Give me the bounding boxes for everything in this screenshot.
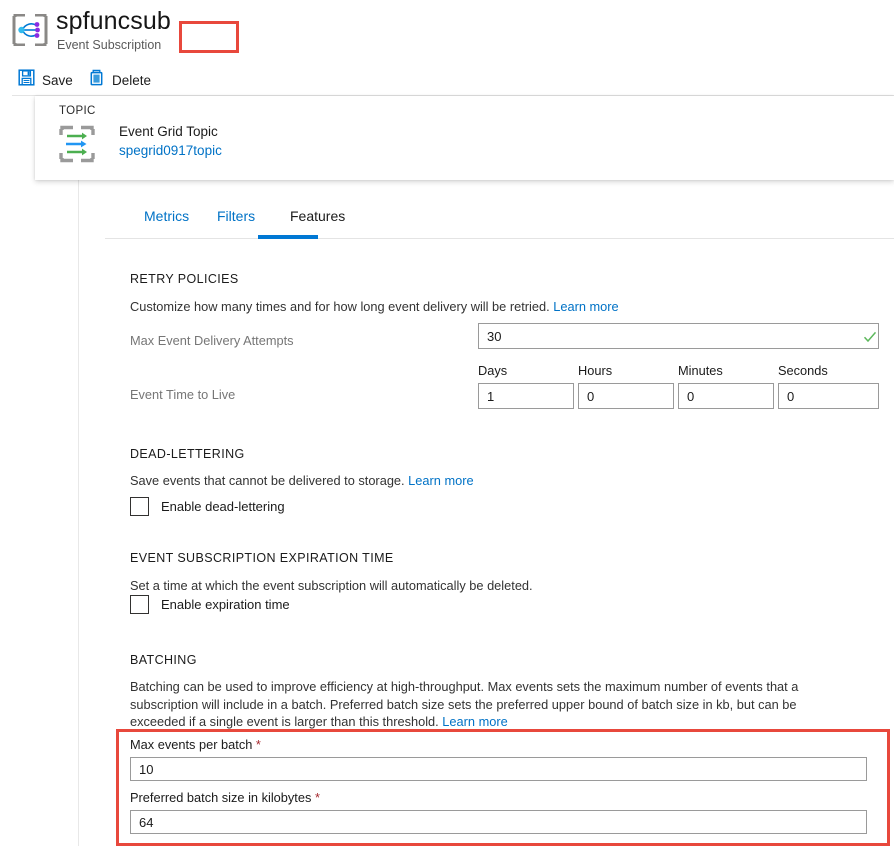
max-events-per-batch-label-text: Max events per batch [130, 737, 252, 752]
expiration-time-heading: EVENT SUBSCRIPTION EXPIRATION TIME [130, 551, 394, 565]
retry-policies-description-text: Customize how many times and for how lon… [130, 299, 550, 314]
save-icon [18, 69, 35, 91]
features-pane: Metrics Filters Features RETRY POLICIES … [79, 180, 894, 846]
delete-button-label: Delete [112, 73, 151, 88]
ttl-minutes-label: Minutes [678, 363, 723, 378]
ttl-hours-label: Hours [578, 363, 612, 378]
max-events-required-marker: * [256, 737, 261, 752]
enable-dead-lettering-row[interactable]: Enable dead-lettering [130, 497, 285, 516]
tab-strip-divider [105, 238, 894, 239]
preferred-batch-size-label: Preferred batch size in kilobytes * [130, 790, 320, 805]
max-event-delivery-attempts-label: Max Event Delivery Attempts [130, 333, 294, 348]
ttl-minutes-input[interactable] [678, 383, 774, 409]
max-events-per-batch-label: Max events per batch * [130, 737, 261, 752]
retry-policies-description: Customize how many times and for how lon… [130, 298, 830, 316]
enable-expiration-time-row[interactable]: Enable expiration time [130, 595, 290, 614]
max-events-per-batch-input[interactable] [130, 757, 867, 781]
tab-metrics[interactable]: Metrics [138, 204, 195, 228]
retry-learn-more-link[interactable]: Learn more [553, 299, 618, 314]
preferred-batch-size-input[interactable] [130, 810, 867, 834]
ttl-seconds-input[interactable] [778, 383, 879, 409]
topic-name-link[interactable]: spegrid0917topic [119, 143, 222, 158]
batching-description: Batching can be used to improve efficien… [130, 678, 853, 731]
page-subtitle: Event Subscription [57, 38, 161, 52]
enable-dead-lettering-label: Enable dead-lettering [161, 499, 285, 514]
dead-lettering-learn-more-link[interactable]: Learn more [408, 473, 473, 488]
enable-expiration-time-label: Enable expiration time [161, 597, 290, 612]
delete-button[interactable]: Delete [86, 66, 153, 94]
save-button[interactable]: Save [16, 66, 75, 94]
ttl-days-input[interactable] [478, 383, 574, 409]
dead-lettering-heading: DEAD-LETTERING [130, 447, 245, 461]
ttl-seconds-label: Seconds [778, 363, 828, 378]
retry-policies-heading: RETRY POLICIES [130, 272, 239, 286]
max-event-delivery-attempts-input[interactable] [478, 323, 879, 349]
preferred-batch-size-label-text: Preferred batch size in kilobytes [130, 790, 311, 805]
trash-icon [88, 69, 105, 91]
event-subscription-icon [12, 14, 48, 46]
blade-header: spfuncsub Event Subscription Save [0, 0, 894, 95]
dead-lettering-description-text: Save events that cannot be delivered to … [130, 473, 405, 488]
batching-heading: BATCHING [130, 653, 197, 667]
ttl-days-label: Days [478, 363, 507, 378]
azure-portal-blade: spfuncsub Event Subscription Save [0, 0, 894, 846]
event-grid-topic-icon [57, 125, 97, 163]
dead-lettering-description: Save events that cannot be delivered to … [130, 472, 830, 490]
tab-features[interactable]: Features [284, 204, 351, 228]
topic-section-label: TOPIC [59, 105, 96, 117]
enable-expiration-time-checkbox[interactable] [130, 595, 149, 614]
event-time-to-live-label: Event Time to Live [130, 387, 235, 402]
preferred-batch-size-required-marker: * [315, 790, 320, 805]
save-button-label: Save [42, 73, 73, 88]
topic-type-label: Event Grid Topic [119, 124, 218, 139]
page-title: spfuncsub [56, 7, 171, 36]
topic-card: TOPIC Event Grid Topic [35, 96, 894, 180]
expiration-time-description: Set a time at which the event subscripti… [130, 577, 830, 595]
tab-selected-indicator [258, 235, 318, 239]
ttl-hours-input[interactable] [578, 383, 674, 409]
tab-filters[interactable]: Filters [211, 204, 261, 228]
batching-learn-more-link[interactable]: Learn more [442, 714, 507, 729]
enable-dead-lettering-checkbox[interactable] [130, 497, 149, 516]
